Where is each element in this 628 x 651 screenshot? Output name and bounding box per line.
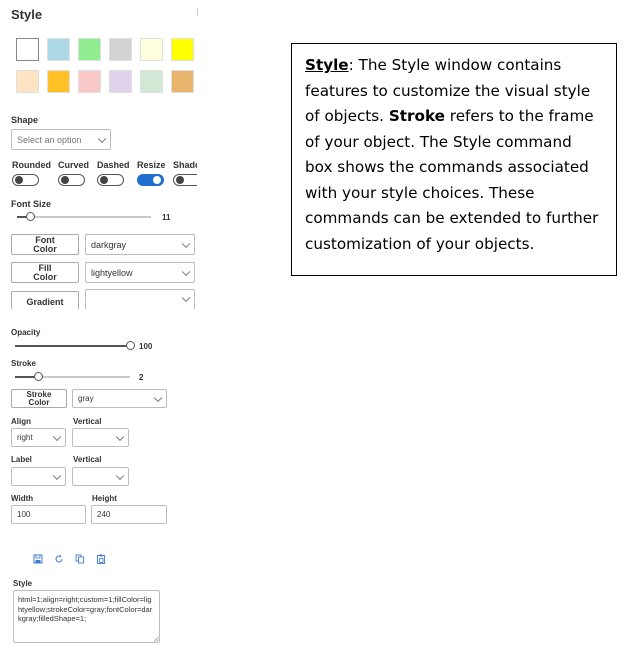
description-callout: Style: The Style window contains feature… <box>291 43 617 276</box>
align-vertical-label: Vertical <box>73 417 102 426</box>
fill-color-value: lightyellow <box>91 267 133 278</box>
font-size-track[interactable] <box>17 216 151 218</box>
opacity-fill <box>15 345 130 347</box>
width-input-value: 100 <box>17 510 31 519</box>
resize-handle-icon[interactable] <box>153 636 159 642</box>
toggle-label-curved: Curved <box>58 160 90 170</box>
font-color-value: darkgray <box>91 239 127 250</box>
font-size-thumb[interactable] <box>25 212 35 221</box>
rounded-toggle[interactable] <box>12 174 39 186</box>
color-swatch[interactable] <box>16 70 39 93</box>
stroke-color-button-line2: Color <box>28 397 50 407</box>
toggle-label-rounded: Rounded <box>12 160 51 170</box>
callout-bold-stroke: Stroke <box>388 107 445 125</box>
chevron-down-icon <box>181 239 191 248</box>
color-swatch[interactable] <box>140 70 163 93</box>
align-value: right <box>17 433 33 442</box>
callout-heading: Style <box>305 56 349 74</box>
font-color-button-line2: Color <box>33 243 57 254</box>
callout-text-2: refers to the frame of your object. The … <box>305 107 599 253</box>
align-select[interactable]: right <box>11 428 66 447</box>
height-label: Height <box>92 494 117 503</box>
toggle-label-shadow: Shado <box>173 160 197 170</box>
fill-color-button-line2: Color <box>33 271 57 282</box>
color-swatch[interactable] <box>78 38 101 61</box>
color-swatch[interactable] <box>171 38 194 61</box>
width-label: Width <box>11 494 34 503</box>
paste-icon[interactable] <box>96 554 106 564</box>
color-swatch[interactable] <box>109 38 132 61</box>
panel-grip-icon[interactable]: ⁞ <box>196 8 199 19</box>
stroke-color-select[interactable]: gray <box>72 389 167 408</box>
font-color-button[interactable]: Font Color <box>11 234 79 255</box>
chevron-down-icon <box>115 471 125 480</box>
align-label: Align <box>11 417 31 426</box>
height-input[interactable]: 240 <box>91 505 167 524</box>
refresh-icon[interactable] <box>54 554 64 564</box>
gradient-button-label: Gradient <box>26 296 64 307</box>
color-swatch[interactable] <box>78 70 101 93</box>
gradient-select[interactable] <box>85 289 195 309</box>
font-size-value: 11 <box>162 213 171 222</box>
color-swatch[interactable] <box>171 70 194 93</box>
curved-toggle[interactable] <box>58 174 85 186</box>
color-swatch[interactable] <box>47 70 70 93</box>
label-vertical-select[interactable] <box>72 467 129 486</box>
chevron-down-icon <box>97 134 107 143</box>
opacity-thumb[interactable] <box>125 341 135 350</box>
font-color-select[interactable]: darkgray <box>85 234 195 255</box>
opacity-value: 100 <box>139 342 153 351</box>
stroke-value: 2 <box>139 373 144 382</box>
shape-select[interactable]: Select an option <box>11 129 111 150</box>
style-textarea[interactable]: html=1;align=right;custom=1;fillColor=li… <box>13 590 160 643</box>
height-input-value: 240 <box>97 510 111 519</box>
align-vertical-select[interactable] <box>72 428 129 447</box>
fill-color-button[interactable]: Fill Color <box>11 262 79 283</box>
chevron-down-icon <box>115 432 125 441</box>
label-vertical-label: Vertical <box>73 455 102 464</box>
opacity-label: Opacity <box>11 328 41 337</box>
fill-color-select[interactable]: lightyellow <box>85 262 195 283</box>
stroke-thumb[interactable] <box>33 372 43 381</box>
shape-label: Shape <box>11 115 39 125</box>
toggle-label-dashed: Dashed <box>97 160 130 170</box>
color-swatch[interactable] <box>140 38 163 61</box>
opacity-track[interactable] <box>15 345 130 347</box>
stroke-color-value: gray <box>78 394 94 403</box>
stroke-label: Stroke <box>11 359 36 368</box>
shadow-toggle[interactable] <box>173 174 197 186</box>
gradient-row: Gradient <box>0 289 200 309</box>
stroke-color-button[interactable]: Stroke Color <box>11 389 67 408</box>
label-select[interactable] <box>11 467 66 486</box>
shape-select-placeholder: Select an option <box>17 134 82 145</box>
dashed-toggle[interactable] <box>97 174 124 186</box>
stroke-track[interactable] <box>15 376 130 378</box>
toggle-label-resize: Resize <box>137 160 166 170</box>
chevron-down-icon <box>52 471 62 480</box>
style-box-label: Style <box>13 579 33 588</box>
chevron-down-icon <box>181 267 191 276</box>
chevron-down-icon <box>153 393 163 402</box>
color-swatch[interactable] <box>47 38 70 61</box>
gradient-button[interactable]: Gradient <box>11 291 79 309</box>
width-input[interactable]: 100 <box>11 505 86 524</box>
color-swatch[interactable] <box>109 70 132 93</box>
copy-icon[interactable] <box>75 554 85 564</box>
font-size-label: Font Size <box>11 199 51 209</box>
color-swatch[interactable] <box>16 38 39 61</box>
save-icon[interactable] <box>33 554 43 564</box>
label-label: Label <box>11 455 32 464</box>
style-textarea-value: html=1;align=right;custom=1;fillColor=li… <box>18 595 153 623</box>
panel-title: Style <box>11 7 43 22</box>
chevron-down-icon <box>52 432 62 441</box>
chevron-down-icon <box>181 293 191 303</box>
resize-toggle[interactable] <box>137 174 164 186</box>
